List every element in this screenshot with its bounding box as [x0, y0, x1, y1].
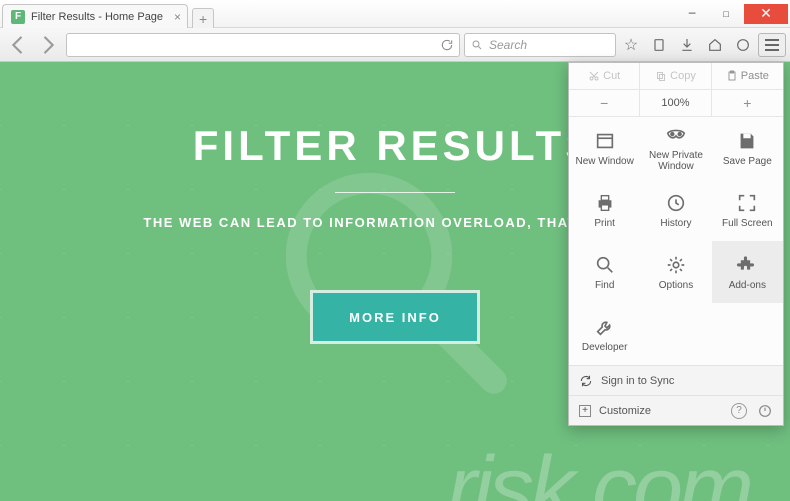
hamburger-menu-panel: Cut Copy Paste − 100% + New Window New P… [568, 62, 784, 426]
cut-button[interactable]: Cut [569, 63, 640, 89]
find-icon [594, 254, 616, 276]
sync-icon [579, 374, 593, 388]
new-tab-button[interactable]: + [192, 8, 214, 28]
url-bar[interactable] [66, 33, 460, 57]
edit-row: Cut Copy Paste [569, 63, 783, 90]
customize-row: + Customize ? [569, 395, 783, 425]
menu-new-private-window[interactable]: New Private Window [640, 117, 711, 179]
hero-divider [335, 192, 455, 193]
window-icon [594, 130, 616, 152]
favicon: F [11, 10, 25, 24]
power-icon[interactable] [757, 403, 773, 419]
tab-strip: F Filter Results - Home Page × + [2, 4, 214, 28]
search-icon [471, 39, 483, 51]
window-titlebar: F Filter Results - Home Page × + ─ ☐ ✕ [0, 0, 790, 28]
menu-add-ons[interactable]: Add-ons [712, 241, 783, 303]
menu-save-page[interactable]: Save Page [712, 117, 783, 179]
close-tab-icon[interactable]: × [174, 10, 181, 24]
window-maximize-button[interactable]: ☐ [710, 4, 742, 24]
menu-find[interactable]: Find [569, 241, 640, 303]
menu-button[interactable] [758, 33, 786, 57]
search-placeholder: Search [489, 38, 527, 52]
menu-developer[interactable]: Developer [569, 303, 640, 365]
menu-history[interactable]: History [640, 179, 711, 241]
reload-icon[interactable] [435, 38, 459, 52]
paste-icon [726, 70, 738, 82]
wrench-icon [594, 316, 616, 338]
cut-icon [588, 70, 600, 82]
gear-icon [665, 254, 687, 276]
zoom-level: 100% [640, 90, 711, 116]
customize-button[interactable]: + Customize [579, 405, 651, 417]
reading-list-icon[interactable] [646, 33, 672, 57]
downloads-icon[interactable] [674, 33, 700, 57]
paste-button[interactable]: Paste [712, 63, 783, 89]
browser-tab[interactable]: F Filter Results - Home Page × [2, 4, 188, 28]
sign-in-sync-button[interactable]: Sign in to Sync [569, 365, 783, 395]
mask-icon [665, 124, 687, 146]
puzzle-icon [736, 254, 758, 276]
zoom-out-button[interactable]: − [569, 90, 640, 116]
menu-print[interactable]: Print [569, 179, 640, 241]
menu-new-window[interactable]: New Window [569, 117, 640, 179]
copy-button[interactable]: Copy [640, 63, 711, 89]
menu-options[interactable]: Options [640, 241, 711, 303]
help-icon[interactable]: ? [731, 403, 747, 419]
window-minimize-button[interactable]: ─ [676, 4, 708, 24]
copy-icon [655, 70, 667, 82]
forward-button[interactable] [34, 33, 62, 57]
window-close-button[interactable]: ✕ [744, 4, 788, 24]
home-icon[interactable] [702, 33, 728, 57]
back-button[interactable] [4, 33, 32, 57]
zoom-row: − 100% + [569, 90, 783, 117]
tab-title: Filter Results - Home Page [31, 11, 163, 23]
menu-full-screen[interactable]: Full Screen [712, 179, 783, 241]
bookmark-star-icon[interactable]: ☆ [618, 33, 644, 57]
more-info-button[interactable]: MORE INFO [310, 290, 480, 344]
zoom-in-button[interactable]: + [712, 90, 783, 116]
history-icon [665, 192, 687, 214]
watermark-text: risk.com [447, 438, 750, 501]
print-icon [594, 192, 616, 214]
plus-icon: + [579, 405, 591, 417]
fullscreen-icon [736, 192, 758, 214]
search-bar[interactable]: Search [464, 33, 616, 57]
browser-toolbar: Search ☆ [0, 28, 790, 62]
chat-icon[interactable] [730, 33, 756, 57]
save-icon [736, 130, 758, 152]
